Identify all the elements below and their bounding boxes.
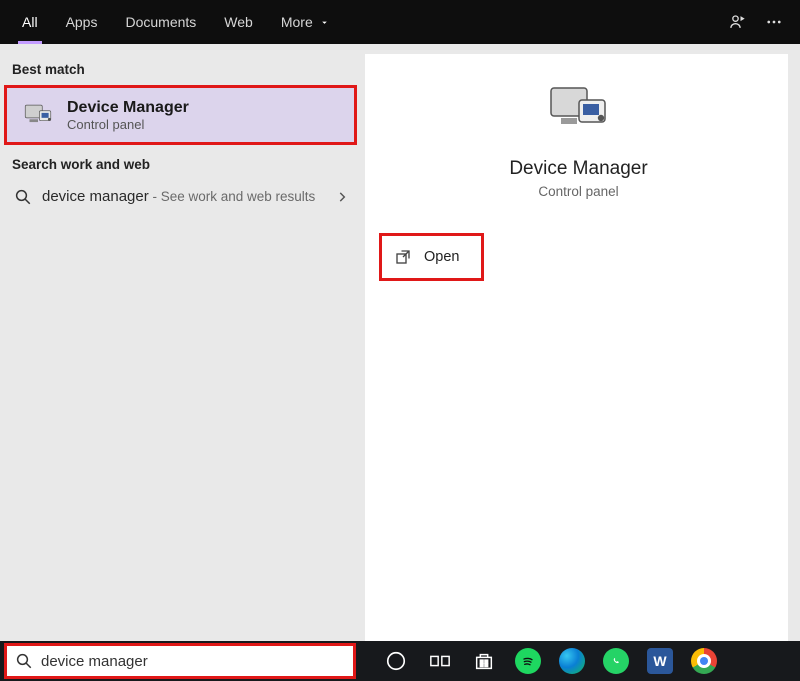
edge-icon (559, 648, 585, 674)
device-manager-large-icon (543, 78, 615, 142)
word-button[interactable]: W (638, 641, 682, 681)
web-result-query: device manager (42, 188, 149, 205)
search-icon (14, 188, 32, 206)
cortana-icon (385, 650, 407, 672)
device-manager-icon (21, 98, 55, 132)
best-match-result[interactable]: Device Manager Control panel (4, 85, 357, 145)
whatsapp-button[interactable] (594, 641, 638, 681)
chevron-right-icon (335, 190, 349, 204)
detail-subtitle: Control panel (538, 184, 618, 199)
taskbar-search-box[interactable] (4, 643, 356, 679)
open-button[interactable]: Open (379, 233, 484, 281)
best-match-subtitle: Control panel (67, 117, 189, 132)
more-options-icon[interactable] (756, 4, 792, 40)
edge-button[interactable] (550, 641, 594, 681)
cortana-button[interactable] (374, 641, 418, 681)
search-web-result[interactable]: device manager - See work and web result… (0, 180, 365, 214)
taskbar-search-input[interactable] (41, 653, 345, 670)
open-label: Open (424, 249, 459, 265)
tab-all[interactable]: All (8, 0, 52, 44)
store-icon (473, 650, 495, 672)
chrome-icon (691, 648, 717, 674)
search-web-heading: Search work and web (0, 149, 365, 180)
spotify-button[interactable] (506, 641, 550, 681)
chevron-down-icon (319, 17, 330, 28)
tab-more[interactable]: More (267, 0, 344, 44)
feedback-icon[interactable] (720, 4, 756, 40)
tab-apps[interactable]: Apps (52, 0, 112, 44)
best-match-title: Device Manager (67, 99, 189, 117)
tab-documents[interactable]: Documents (111, 0, 210, 44)
search-icon (15, 652, 33, 670)
word-icon: W (647, 648, 673, 674)
task-view-button[interactable] (418, 641, 462, 681)
search-scope-tabs: All Apps Documents Web More (0, 0, 800, 44)
results-list: Best match Device Manager Control panel … (0, 44, 365, 641)
microsoft-store-button[interactable] (462, 641, 506, 681)
chrome-button[interactable] (682, 641, 726, 681)
detail-title: Device Manager (509, 158, 647, 180)
spotify-icon (515, 648, 541, 674)
task-view-icon (429, 650, 451, 672)
tab-more-label: More (281, 14, 313, 30)
whatsapp-icon (603, 648, 629, 674)
tab-web[interactable]: Web (210, 0, 267, 44)
web-result-hint: - See work and web results (149, 189, 316, 204)
search-results-pane: Best match Device Manager Control panel … (0, 44, 800, 641)
open-icon (394, 248, 412, 266)
best-match-heading: Best match (0, 54, 365, 85)
result-detail-panel: Device Manager Control panel Open (365, 44, 800, 641)
taskbar: W (0, 641, 800, 681)
